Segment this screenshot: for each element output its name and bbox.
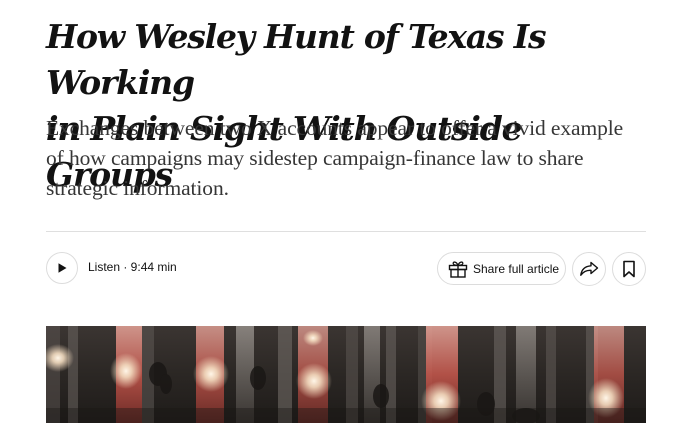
- listen-play-button[interactable]: [46, 252, 78, 284]
- save-bookmark-button[interactable]: [612, 252, 646, 286]
- headline-line-1: How Wesley Hunt of Texas Is Working: [46, 17, 547, 102]
- article-toolbar: Listen · 9:44 min Share full article: [46, 251, 646, 286]
- hero-image: [46, 326, 646, 423]
- share-arrow-icon: [580, 261, 599, 276]
- divider: [46, 231, 646, 232]
- article-header: How Wesley Hunt of Texas Is Working in P…: [46, 0, 646, 286]
- gift-icon: [448, 260, 468, 278]
- bookmark-icon: [623, 260, 635, 278]
- hero-image-graphic: [46, 326, 646, 423]
- share-full-article-button[interactable]: Share full article: [437, 252, 566, 285]
- share-full-article-label: Share full article: [473, 261, 560, 276]
- share-button[interactable]: [572, 252, 606, 286]
- listen-duration[interactable]: Listen · 9:44 min: [88, 260, 177, 274]
- article-summary: Exchanges between two X accounts appear …: [46, 116, 624, 200]
- play-icon: [58, 263, 67, 273]
